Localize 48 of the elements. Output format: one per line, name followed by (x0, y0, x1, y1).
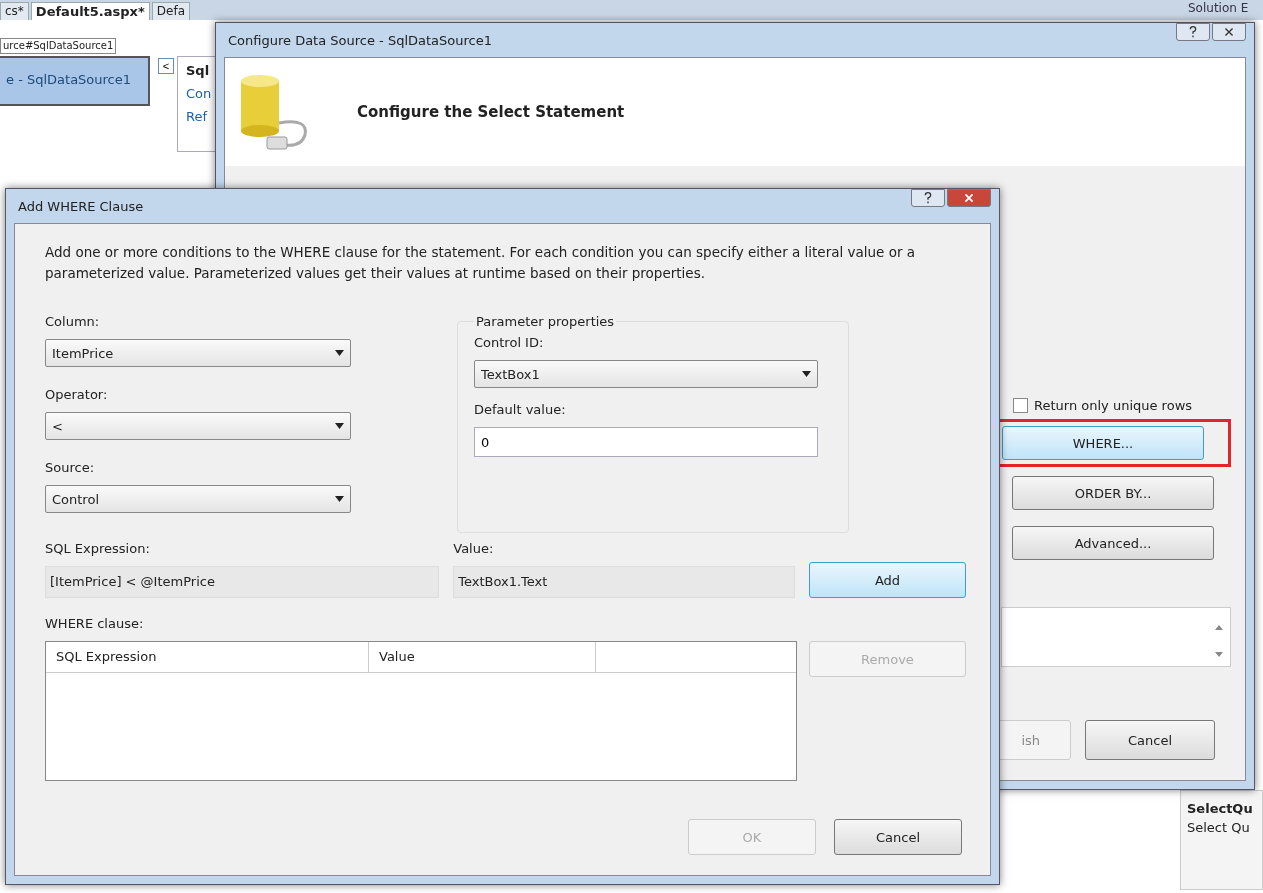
dropdown[interactable]: ItemPrice (45, 339, 351, 367)
dialog-button[interactable]: WHERE... (1002, 426, 1204, 460)
solution-explorer-title: Solution E (1188, 1, 1249, 15)
dropdown[interactable]: Control (45, 485, 351, 513)
dialog-button[interactable]: Advanced... (1012, 526, 1214, 560)
field-label: Default value: (474, 402, 567, 417)
field-label: Column: (45, 314, 101, 329)
field-label: Operator: (45, 387, 109, 402)
dialog-button[interactable]: Cancel (1085, 720, 1215, 760)
collapse-button[interactable]: < (158, 58, 174, 74)
field-label: SQL Expression: (45, 541, 151, 556)
caret-icon (335, 496, 344, 502)
document-tab[interactable]: Defa (151, 2, 190, 20)
column-header[interactable]: Value (369, 642, 596, 672)
field-label: Control ID: (474, 335, 545, 350)
checkbox[interactable] (1013, 398, 1028, 413)
document-tab[interactable]: Default5.aspx* (30, 2, 150, 20)
property-description: Select Qu (1187, 820, 1251, 835)
close-icon[interactable] (947, 189, 991, 207)
field-label: WHERE clause: (45, 616, 145, 631)
field-label: Source: (45, 460, 96, 475)
help-icon[interactable] (1176, 23, 1210, 41)
caret-icon (802, 371, 811, 377)
window-title: Configure Data Source - SqlDataSource1 (228, 32, 492, 48)
column-header[interactable]: SQL Expression (46, 642, 369, 672)
group-title: Parameter properties (475, 314, 616, 329)
panel-title: Sql (186, 63, 211, 78)
input-field[interactable]: 0 (474, 427, 818, 457)
page-heading: Configure the Select Statement (357, 103, 625, 121)
close-icon[interactable] (1212, 23, 1246, 41)
field-label: Value: (453, 541, 495, 556)
caret-icon (335, 423, 344, 429)
dropdown[interactable]: < (45, 412, 351, 440)
readonly-field: [ItemPrice] < @ItemPrice (45, 566, 440, 598)
control-label[interactable]: e - SqlDataSource1 (0, 56, 150, 106)
window-title: Add WHERE Clause (18, 198, 144, 214)
readonly-field: TextBox1.Text (453, 566, 795, 598)
description-text: Add one or more conditions to the WHERE clause for the statement. For each condition you can specify either a literal value or a parameterized value. Parameterized values get their values at runtime based on their properties. (45, 243, 917, 283)
document-tab[interactable]: cs* (0, 2, 29, 20)
help-icon[interactable] (911, 189, 945, 207)
caret-icon (335, 350, 344, 356)
checkbox-label: Return only unique rows (1034, 398, 1193, 413)
dialog-button[interactable]: ORDER BY... (1012, 476, 1214, 510)
add-button[interactable]: Add (809, 562, 966, 598)
breadcrumb[interactable]: urce#SqlDataSource1 (0, 38, 117, 54)
cancel-button[interactable]: Cancel (834, 819, 962, 855)
property-name: SelectQu (1187, 801, 1254, 816)
dropdown[interactable]: TextBox1 (474, 360, 818, 388)
